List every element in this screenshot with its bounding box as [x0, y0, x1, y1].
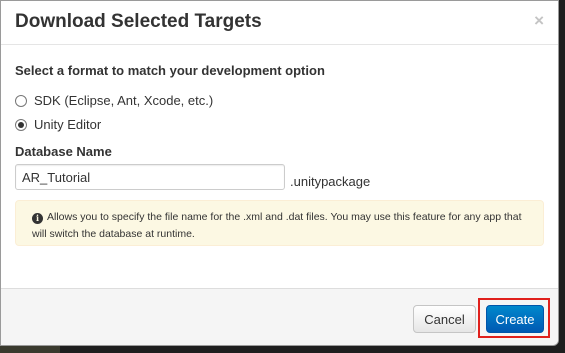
info-text: Allows you to specify the file name for …	[32, 211, 522, 240]
dialog-body: Select a format to match your developmen…	[15, 63, 545, 246]
dialog-title: Download Selected Targets	[15, 11, 262, 32]
format-section-label: Select a format to match your developmen…	[15, 63, 325, 78]
radio-label-sdk: SDK (Eclipse, Ant, Xcode, etc.)	[34, 93, 214, 108]
database-name-input[interactable]	[15, 164, 285, 190]
database-name-label: Database Name	[15, 144, 112, 159]
info-icon: i	[32, 213, 43, 224]
close-icon[interactable]: ×	[534, 12, 544, 29]
radio-button-unity[interactable]	[15, 118, 27, 131]
dialog-footer: Cancel Create	[1, 288, 558, 345]
radio-option-sdk[interactable]: SDK (Eclipse, Ant, Xcode, etc.)	[15, 93, 213, 108]
backdrop-strip	[0, 345, 60, 353]
info-alert: i Allows you to specify the file name for…	[15, 200, 544, 246]
download-dialog: Download Selected Targets × Select a for…	[0, 0, 559, 346]
radio-option-unity[interactable]: Unity Editor	[15, 117, 101, 132]
dialog-header: Download Selected Targets ×	[1, 1, 558, 45]
file-extension-suffix: .unitypackage	[290, 174, 371, 189]
radio-button-sdk[interactable]	[15, 94, 27, 107]
create-button-highlight	[478, 298, 550, 338]
cancel-button[interactable]: Cancel	[413, 305, 476, 333]
radio-label-unity: Unity Editor	[34, 117, 102, 132]
